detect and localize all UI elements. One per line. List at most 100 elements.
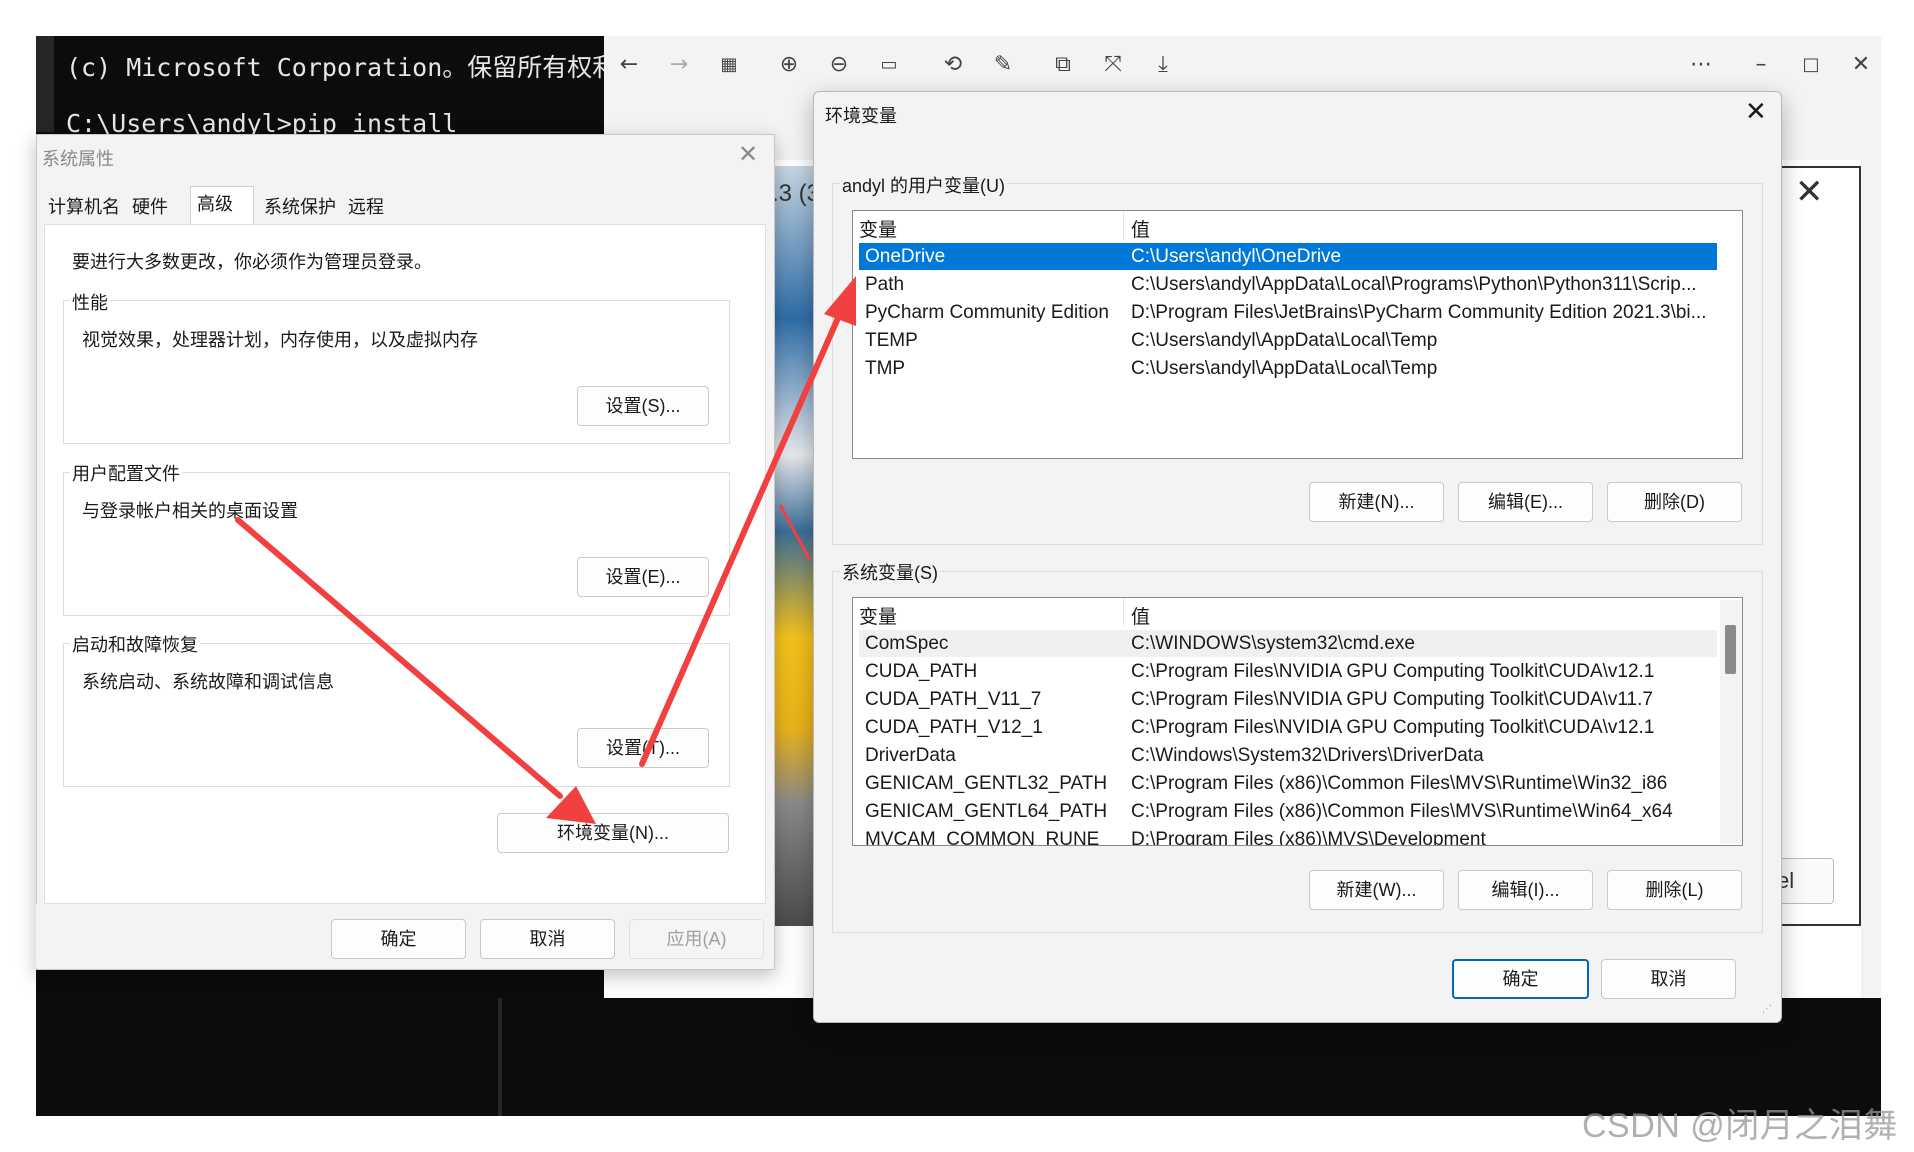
more-icon[interactable]: ⋯	[1686, 50, 1716, 80]
tab-remote[interactable]: 远程	[342, 190, 390, 224]
new-system-variable-button[interactable]: 新建(W)...	[1309, 870, 1444, 910]
tab-hardware[interactable]: 硬件	[126, 190, 174, 224]
cancel-button[interactable]: 取消	[1601, 959, 1736, 999]
viewer-inner-dialog	[1776, 166, 1861, 926]
variable-name: TMP	[865, 358, 906, 379]
list-item[interactable]: OneDrive C:\Users\andyl\OneDrive	[859, 243, 1717, 270]
scrollbar-thumb[interactable]	[1725, 625, 1736, 674]
close-icon[interactable]: ✕	[1745, 96, 1767, 127]
group-label: andyl 的用户变量(U)	[840, 172, 1008, 198]
variable-value: C:\Users\andyl\OneDrive	[1131, 246, 1342, 267]
environment-variables-button[interactable]: 环境变量(N)...	[497, 813, 729, 853]
maximize-icon[interactable]: □	[1796, 50, 1826, 80]
terminal-gutter	[36, 36, 54, 132]
cancel-button[interactable]: 取消	[480, 919, 615, 959]
window-title: 环境变量	[825, 106, 897, 126]
actual-size-icon[interactable]: ▭	[874, 50, 904, 80]
edit-system-variable-button[interactable]: 编辑(I)...	[1458, 870, 1593, 910]
window-title: 系统属性	[42, 149, 114, 169]
variable-value: C:\WINDOWS\system32\cmd.exe	[1131, 633, 1415, 654]
performance-settings-button[interactable]: 设置(S)...	[577, 386, 709, 426]
tab-system-protection[interactable]: 系统保护	[258, 190, 342, 224]
variable-value: D:\Program Files (x86)\MVS\Development	[1131, 829, 1486, 846]
user-profiles-settings-button[interactable]: 设置(E)...	[577, 557, 709, 597]
forward-arrow-icon[interactable]: →	[664, 50, 694, 80]
variable-value: C:\Users\andyl\AppData\Local\Programs\Py…	[1131, 274, 1697, 295]
group-label: 系统变量(S)	[840, 559, 940, 585]
column-divider[interactable]	[1123, 211, 1124, 239]
list-item[interactable]: MVCAM_COMMON_RUNE D:\Program Files (x86)\…	[859, 826, 1717, 846]
system-variables-list[interactable]: 变量 值 ComSpec C:\WINDOWS\system32\cmd.exe …	[852, 597, 1743, 846]
variable-value: C:\Program Files\NVIDIA GPU Computing To…	[1131, 717, 1655, 738]
list-item[interactable]: GENICAM_GENTL32_PATH C:\Program Files (x8…	[859, 770, 1717, 797]
delete-system-variable-button[interactable]: 删除(L)	[1607, 870, 1742, 910]
rotate-icon[interactable]: ⟲	[938, 50, 968, 80]
list-item[interactable]: PyCharm Community Edition D:\Program File…	[859, 299, 1717, 326]
variable-name: CUDA_PATH_V12_1	[865, 717, 1043, 738]
close-icon[interactable]: ✕	[1846, 50, 1876, 80]
group-description: 视觉效果，处理器计划，内存使用，以及虚拟内存	[82, 330, 478, 350]
inner-close-icon[interactable]: ✕	[1795, 172, 1824, 212]
resize-grip-icon[interactable]: ⋰	[1762, 1004, 1772, 1015]
variable-name: GENICAM_GENTL32_PATH	[865, 773, 1108, 794]
variable-name: PyCharm Community Edition	[865, 302, 1109, 323]
list-item[interactable]: DriverData C:\Windows\System32\Drivers\Dr…	[859, 742, 1717, 769]
ok-button[interactable]: 确定	[331, 919, 466, 959]
new-user-variable-button[interactable]: 新建(N)...	[1309, 482, 1444, 522]
list-item[interactable]: GENICAM_GENTL64_PATH C:\Program Files (x8…	[859, 798, 1717, 825]
list-item[interactable]: TMP C:\Users\andyl\AppData\Local\Temp	[859, 355, 1717, 382]
variable-name: ComSpec	[865, 633, 949, 654]
fit-screen-icon[interactable]: ⤧	[1098, 50, 1128, 80]
variable-name: TEMP	[865, 330, 918, 351]
back-arrow-icon[interactable]: ←	[614, 50, 644, 80]
group-description: 系统启动、系统故障和调试信息	[82, 672, 334, 692]
column-divider[interactable]	[1123, 598, 1124, 626]
list-item[interactable]: CUDA_PATH_V11_7 C:\Program Files\NVIDIA G…	[859, 686, 1717, 713]
variable-name: MVCAM_COMMON_RUNE	[865, 829, 1100, 846]
variable-value: C:\Program Files\NVIDIA GPU Computing To…	[1131, 661, 1655, 682]
group-label: 用户配置文件	[70, 460, 182, 486]
copy-icon[interactable]: ⧉	[1048, 50, 1078, 80]
viewer-image	[770, 166, 814, 926]
tab-advanced[interactable]: 高级	[190, 186, 254, 224]
ok-button[interactable]: 确定	[1452, 959, 1589, 999]
startup-recovery-settings-button[interactable]: 设置(T)...	[577, 728, 709, 768]
close-icon[interactable]: ✕	[738, 140, 758, 169]
variable-value: C:\Program Files (x86)\Common Files\MVS\…	[1131, 801, 1673, 822]
zoom-in-icon[interactable]: ⊕	[774, 50, 804, 80]
variable-value: C:\Users\andyl\AppData\Local\Temp	[1131, 358, 1438, 379]
apply-button[interactable]: 应用(A)	[629, 919, 764, 959]
user-variables-list[interactable]: 变量 值 OneDrive C:\Users\andyl\OneDrive Pat…	[852, 210, 1743, 459]
column-header-value[interactable]: 值	[1131, 602, 1150, 629]
zoom-out-icon[interactable]: ⊖	[824, 50, 854, 80]
variable-name: GENICAM_GENTL64_PATH	[865, 801, 1108, 822]
variable-value: C:\Windows\System32\Drivers\DriverData	[1131, 745, 1484, 766]
terminal-line: (c) Microsoft Corporation。保留所有权利	[66, 53, 618, 82]
watermark: CSDN @闭月之泪舞	[1582, 1107, 1898, 1145]
list-item[interactable]: CUDA_PATH_V12_1 C:\Program Files\NVIDIA G…	[859, 714, 1717, 741]
list-item[interactable]: Path C:\Users\andyl\AppData\Local\Program…	[859, 271, 1717, 298]
group-description: 与登录帐户相关的桌面设置	[82, 501, 298, 521]
list-item[interactable]: CUDA_PATH C:\Program Files\NVIDIA GPU Com…	[859, 658, 1717, 685]
group-label: 启动和故障恢复	[70, 631, 200, 657]
minimize-icon[interactable]: –	[1746, 50, 1776, 80]
column-header-variable[interactable]: 变量	[859, 602, 897, 629]
grid-icon[interactable]: ▦	[714, 50, 744, 80]
delete-user-variable-button[interactable]: 删除(D)	[1607, 482, 1742, 522]
variable-value: C:\Users\andyl\AppData\Local\Temp	[1131, 330, 1438, 351]
list-item[interactable]: TEMP C:\Users\andyl\AppData\Local\Temp	[859, 327, 1717, 354]
variable-name: DriverData	[865, 745, 956, 766]
variable-value: D:\Program Files\JetBrains\PyCharm Commu…	[1131, 302, 1707, 323]
variable-name: CUDA_PATH	[865, 661, 978, 682]
column-header-variable[interactable]: 变量	[859, 215, 897, 242]
viewer-toolbar: ← → ▦ ⊕ ⊖ ▭ ⟲ ✎ ⧉ ⤧ ⤓ ⋯ – □ ✕	[604, 36, 1881, 92]
column-header-value[interactable]: 值	[1131, 215, 1150, 242]
edit-icon[interactable]: ✎	[988, 50, 1018, 80]
variable-name: CUDA_PATH_V11_7	[865, 689, 1042, 710]
list-item[interactable]: ComSpec C:\WINDOWS\system32\cmd.exe	[859, 630, 1717, 657]
save-icon[interactable]: ⤓	[1148, 50, 1178, 80]
terminal-divider	[498, 998, 502, 1116]
variable-name: OneDrive	[865, 246, 946, 267]
tab-computer-name[interactable]: 计算机名	[42, 190, 126, 224]
edit-user-variable-button[interactable]: 编辑(E)...	[1458, 482, 1593, 522]
